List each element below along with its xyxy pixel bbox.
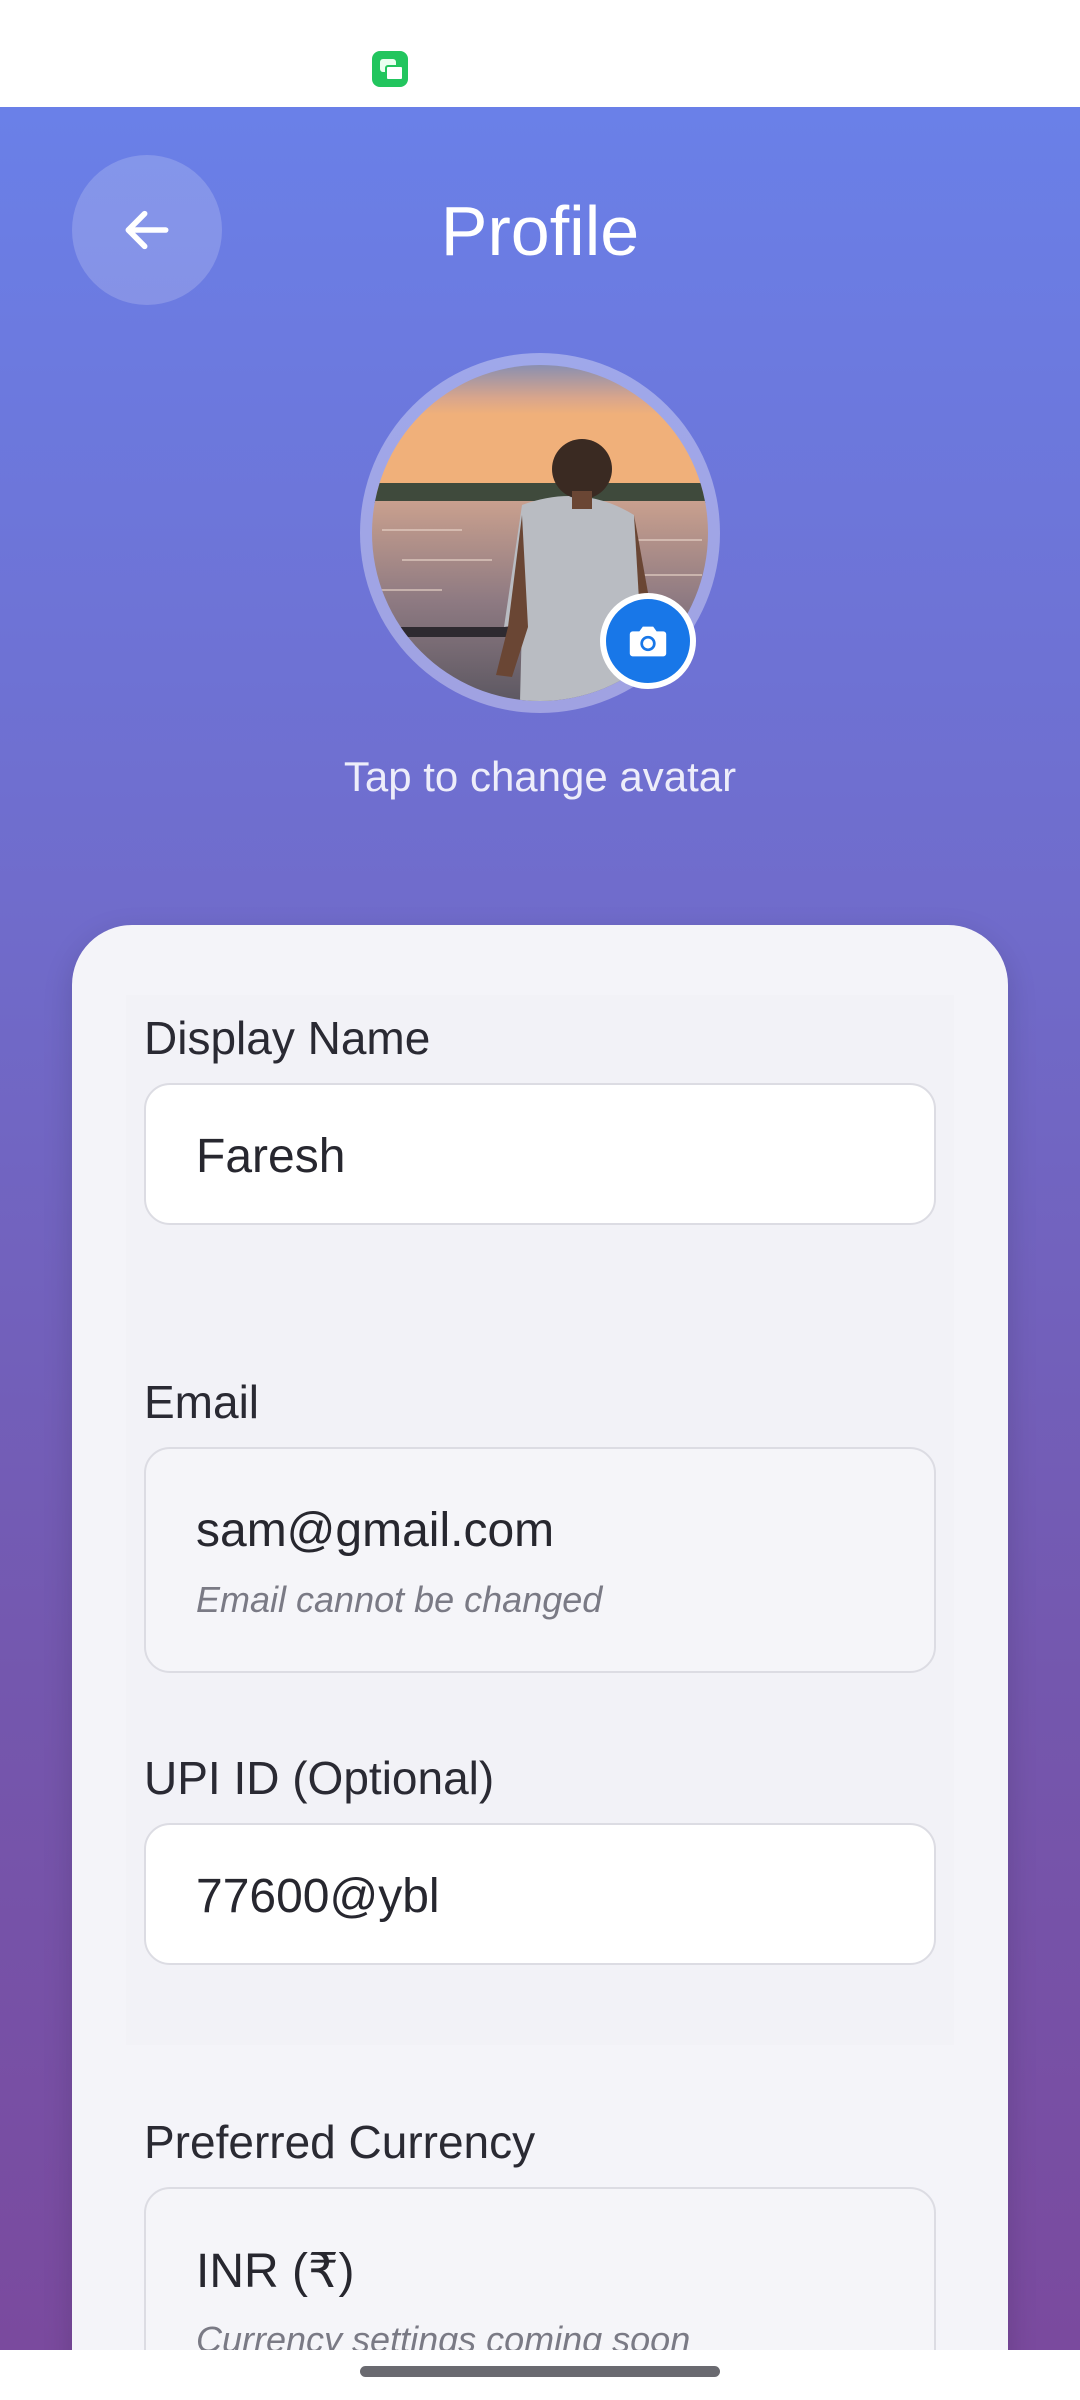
profile-form-card: Display Name Faresh Email sam@gmail.com … [72,925,1008,2350]
page-title: Profile [440,192,640,270]
messages-app-icon [372,51,408,87]
upi-id-field[interactable]: 77600@ybl [144,1823,936,1965]
currency-value: INR (₹) [196,2245,355,2298]
camera-icon [629,626,667,657]
upi-id-value: 77600@ybl [196,1870,440,1923]
display-name-value: Faresh [196,1130,346,1183]
email-label: Email [144,1376,260,1428]
upi-id-label: UPI ID (Optional) [144,1752,495,1804]
currency-label: Preferred Currency [144,2116,536,2168]
navigation-bar [0,2350,1080,2400]
status-bar [0,0,1080,107]
email-field: sam@gmail.com Email cannot be changed [144,1447,936,1673]
profile-screen: Profile Tap to change avatar Display Nam… [0,107,1080,2350]
home-gesture-handle[interactable] [360,2366,720,2377]
display-name-field[interactable]: Faresh [144,1083,936,1225]
display-name-label: Display Name [144,1012,431,1064]
change-avatar-button[interactable] [600,593,696,689]
currency-hint: Currency settings coming soon [196,2319,691,2350]
avatar-hint: Tap to change avatar [343,753,737,800]
email-value: sam@gmail.com [196,1504,555,1557]
email-hint: Email cannot be changed [196,1579,603,1620]
currency-field: INR (₹) Currency settings coming soon [144,2187,936,2350]
